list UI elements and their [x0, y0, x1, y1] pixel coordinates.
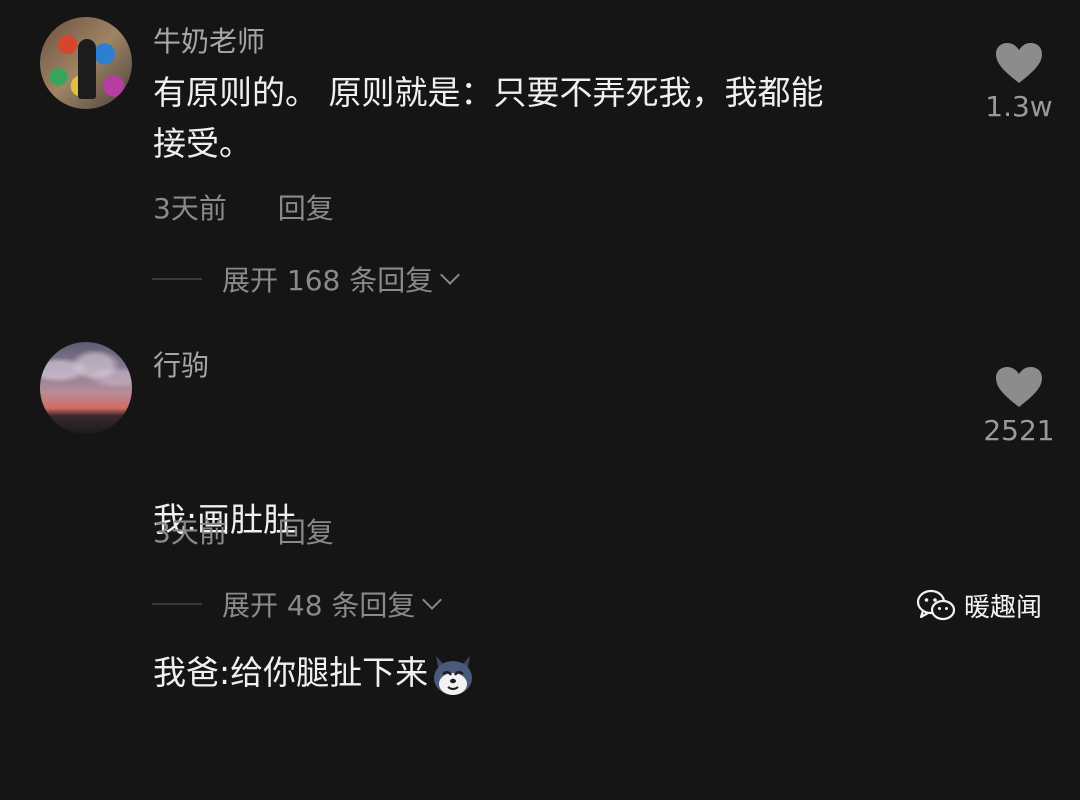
heart-icon	[996, 367, 1042, 407]
divider-line	[152, 603, 202, 605]
heart-icon	[996, 43, 1042, 83]
avatar-clouds	[40, 350, 132, 400]
reply-button[interactable]: 回复	[278, 192, 334, 225]
expand-replies-label: 展开 168 条回复	[222, 264, 434, 297]
like-count: 2521	[983, 414, 1055, 447]
comment-username[interactable]: 牛奶老师	[153, 20, 265, 60]
comment-meta: 3天前 回复	[153, 187, 334, 227]
comment-text-line-2: 我爸:给你腿扯下来	[153, 647, 943, 698]
expand-replies-button[interactable]: 展开 168 条回复	[152, 259, 461, 299]
like-button[interactable]: 2521	[969, 366, 1069, 447]
reply-button[interactable]: 回复	[278, 516, 334, 549]
comment-time: 3天前	[153, 192, 227, 225]
chevron-down-icon	[440, 265, 461, 285]
watermark: 暖趣闻	[916, 587, 1042, 624]
like-count: 1.3w	[985, 90, 1053, 123]
divider-line	[152, 278, 202, 280]
comment-text: 有原则的。 原则就是：只要不弄死我，我都能 接受。	[153, 73, 824, 163]
wechat-icon	[916, 589, 956, 620]
avatar[interactable]	[40, 342, 132, 434]
avatar[interactable]	[40, 17, 132, 109]
expand-replies-button[interactable]: 展开 48 条回复	[152, 584, 443, 624]
husky-dog-emoji-icon	[434, 655, 473, 695]
comment-item: 牛奶老师 有原则的。 原则就是：只要不弄死我，我都能 接受。 3天前 回复 展开…	[0, 0, 1080, 320]
like-button[interactable]: 1.3w	[969, 42, 1069, 123]
avatar-figure	[78, 39, 96, 99]
comment-meta: 3天前 回复	[153, 511, 334, 551]
chevron-down-icon	[422, 590, 443, 610]
comment-time: 3天前	[153, 516, 227, 549]
comment-username[interactable]: 行驹	[153, 344, 209, 384]
watermark-text: 暖趣闻	[964, 593, 1043, 623]
expand-replies-label: 展开 48 条回复	[222, 589, 416, 622]
